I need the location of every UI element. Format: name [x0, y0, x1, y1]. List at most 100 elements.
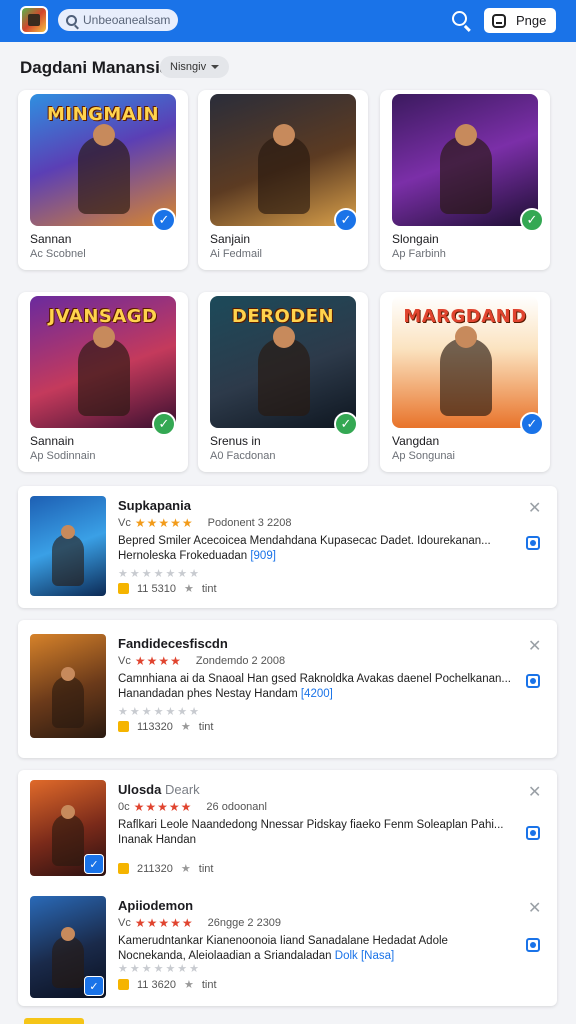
page-button[interactable]: Pnge — [484, 8, 556, 33]
star-rating-icon: ★★★★ — [134, 654, 182, 668]
star-rating-icon: ★★★★★ — [133, 800, 193, 814]
description-link[interactable]: Dolk [Nasa] — [335, 950, 394, 962]
star-rating-icon: ★★★★★ — [134, 516, 194, 530]
search-placeholder: Unbeoanealsam — [83, 13, 171, 27]
external-link-icon[interactable] — [526, 826, 540, 840]
game-title: Vangdan — [392, 434, 440, 448]
check-badge-icon: ✓ — [334, 412, 358, 436]
game-card[interactable]: ✓ Sanjain Ai Fedmail — [198, 90, 368, 270]
download-icon — [118, 721, 129, 732]
external-link-icon[interactable] — [526, 536, 540, 550]
next-card-peek — [24, 1018, 84, 1024]
empty-stars-icon: ★★★★★★★ — [118, 963, 202, 975]
check-badge-icon: ✓ — [520, 208, 544, 232]
character-figure — [52, 805, 84, 866]
list-description: Camnhiana ai da Snaoal Han gsed Raknoldk… — [118, 673, 511, 700]
check-badge-icon: ✓ — [152, 412, 176, 436]
search-icon — [66, 14, 77, 26]
thumbnail-title: MARGDAND — [403, 306, 527, 327]
page-button-label: Pnge — [516, 13, 547, 28]
character-figure — [52, 667, 84, 728]
external-link-icon[interactable] — [526, 938, 540, 952]
game-card[interactable]: DERODEN ✓ Srenus in A0 Facdonan — [198, 292, 368, 472]
list-title: Fandidecesfiscdn — [118, 636, 228, 651]
page-icon — [492, 13, 506, 28]
game-subtitle: Ap Sodinnain — [30, 450, 96, 462]
app-logo[interactable] — [20, 6, 48, 34]
release-date: 26ngge 2 2309 — [207, 917, 282, 929]
filter-dropdown[interactable]: Nisngiv — [160, 56, 230, 78]
character-figure — [440, 326, 492, 416]
release-date: Podonent 3 2208 — [207, 517, 292, 529]
list-title: Supkapania — [118, 498, 191, 513]
empty-stars-icon: ★★★★★★★ — [118, 568, 202, 580]
external-link-icon[interactable] — [526, 674, 540, 688]
downloads-count: 211320 — [137, 862, 173, 875]
search-input[interactable]: Unbeoanealsam — [58, 9, 178, 31]
game-card[interactable]: MINGMAIN ✓ Sannan Ac Scobnel — [18, 90, 188, 270]
thumbnail-title: MINGMAIN — [46, 104, 160, 125]
game-subtitle: Ap Songunai — [392, 450, 455, 462]
list-item[interactable]: ✓ Ulosda Deark 0c ★★★★★ 26 odoonanl Raflka… — [18, 770, 557, 886]
game-title: Sannain — [30, 434, 75, 448]
list-item[interactable]: ✓ Apiiodemon Vc ★★★★★ 26ngge 2 2309 Kameru… — [18, 886, 557, 1002]
close-icon[interactable]: ✕ — [528, 636, 541, 656]
close-icon[interactable]: ✕ — [528, 782, 541, 802]
game-card[interactable]: JVANSAGD ✓ Sannain Ap Sodinnain — [18, 292, 188, 472]
app-list-card: Fandidecesfiscdn Vc ★★★★ Zondemdo 2 2008 C… — [18, 620, 557, 758]
character-figure — [258, 326, 310, 416]
download-icon — [118, 583, 129, 594]
likes-label: tint — [201, 582, 217, 595]
rating-row: Vc ★★★★ Zondemdo 2 2008 — [118, 654, 286, 668]
stats-row: 11 5310 ★ tint — [118, 582, 217, 595]
search-icon[interactable] — [452, 11, 467, 26]
release-date: 26 odoonanl — [206, 801, 267, 813]
list-description: Kamerudntankar Kianenoonoia Iiand Sanada… — [118, 935, 448, 962]
check-badge-icon: ✓ — [84, 854, 104, 874]
list-thumbnail — [30, 496, 106, 596]
thumbnail-title: DERODEN — [231, 306, 335, 327]
stats-row: 113320 ★ tint — [118, 720, 213, 733]
list-thumbnail — [30, 634, 106, 738]
check-badge-icon: ✓ — [152, 208, 176, 232]
rating-row: 0c ★★★★★ 26 odoonanl — [118, 800, 267, 814]
list-item[interactable]: Supkapania Vc ★★★★★ Podonent 3 2208 Bepred… — [18, 486, 557, 602]
character-figure — [78, 124, 130, 214]
app-list-card: ✓ Ulosda Deark 0c ★★★★★ 26 odoonanl Raflka… — [18, 770, 557, 1006]
likes-label: tint — [198, 862, 214, 875]
download-icon — [118, 979, 129, 990]
check-badge-icon: ✓ — [334, 208, 358, 232]
download-icon — [118, 863, 129, 874]
likes-label: tint — [198, 720, 214, 733]
rating-row: Vc ★★★★★ 26ngge 2 2309 — [118, 916, 282, 930]
game-subtitle: A0 Facdonan — [210, 450, 276, 462]
game-title: Srenus in — [210, 434, 261, 448]
star-rating-icon: ★★★★★ — [134, 916, 194, 930]
app-list-card: Supkapania Vc ★★★★★ Podonent 3 2208 Bepred… — [18, 486, 557, 608]
close-icon[interactable]: ✕ — [528, 498, 541, 518]
list-description: Raflkari Leole Naandedong Nnessar Pidska… — [118, 819, 504, 846]
game-card[interactable]: MARGDAND ✓ Vangdan Ap Songunai — [380, 292, 550, 472]
character-figure — [258, 124, 310, 214]
game-title: Sannan — [30, 232, 72, 246]
stats-row: 11 3620 ★ tint — [118, 978, 217, 991]
section-title: Dagdani Manansiai — [20, 58, 174, 77]
description-link[interactable]: [4200] — [301, 688, 333, 700]
list-thumbnail: ✓ — [30, 896, 106, 998]
game-thumbnail: MARGDAND — [392, 296, 538, 428]
downloads-count: 11 5310 — [137, 582, 176, 595]
list-title: Apiiodemon — [118, 898, 194, 913]
list-item[interactable]: Fandidecesfiscdn Vc ★★★★ Zondemdo 2 2008 C… — [18, 624, 557, 740]
game-subtitle: Ac Scobnel — [30, 248, 86, 260]
description-link[interactable]: [909] — [250, 550, 276, 562]
game-thumbnail: JVANSAGD — [30, 296, 176, 428]
game-title: Sanjain — [210, 232, 251, 246]
game-card[interactable]: ✓ Slongain Ap Farbinh — [380, 90, 550, 270]
character-figure — [52, 525, 84, 586]
game-title: Slongain — [392, 232, 439, 246]
close-icon[interactable]: ✕ — [528, 898, 541, 918]
stats-row: 211320 ★ tint — [118, 862, 213, 875]
character-figure — [78, 326, 130, 416]
release-date: Zondemdo 2 2008 — [195, 655, 286, 667]
character-figure — [52, 927, 84, 988]
